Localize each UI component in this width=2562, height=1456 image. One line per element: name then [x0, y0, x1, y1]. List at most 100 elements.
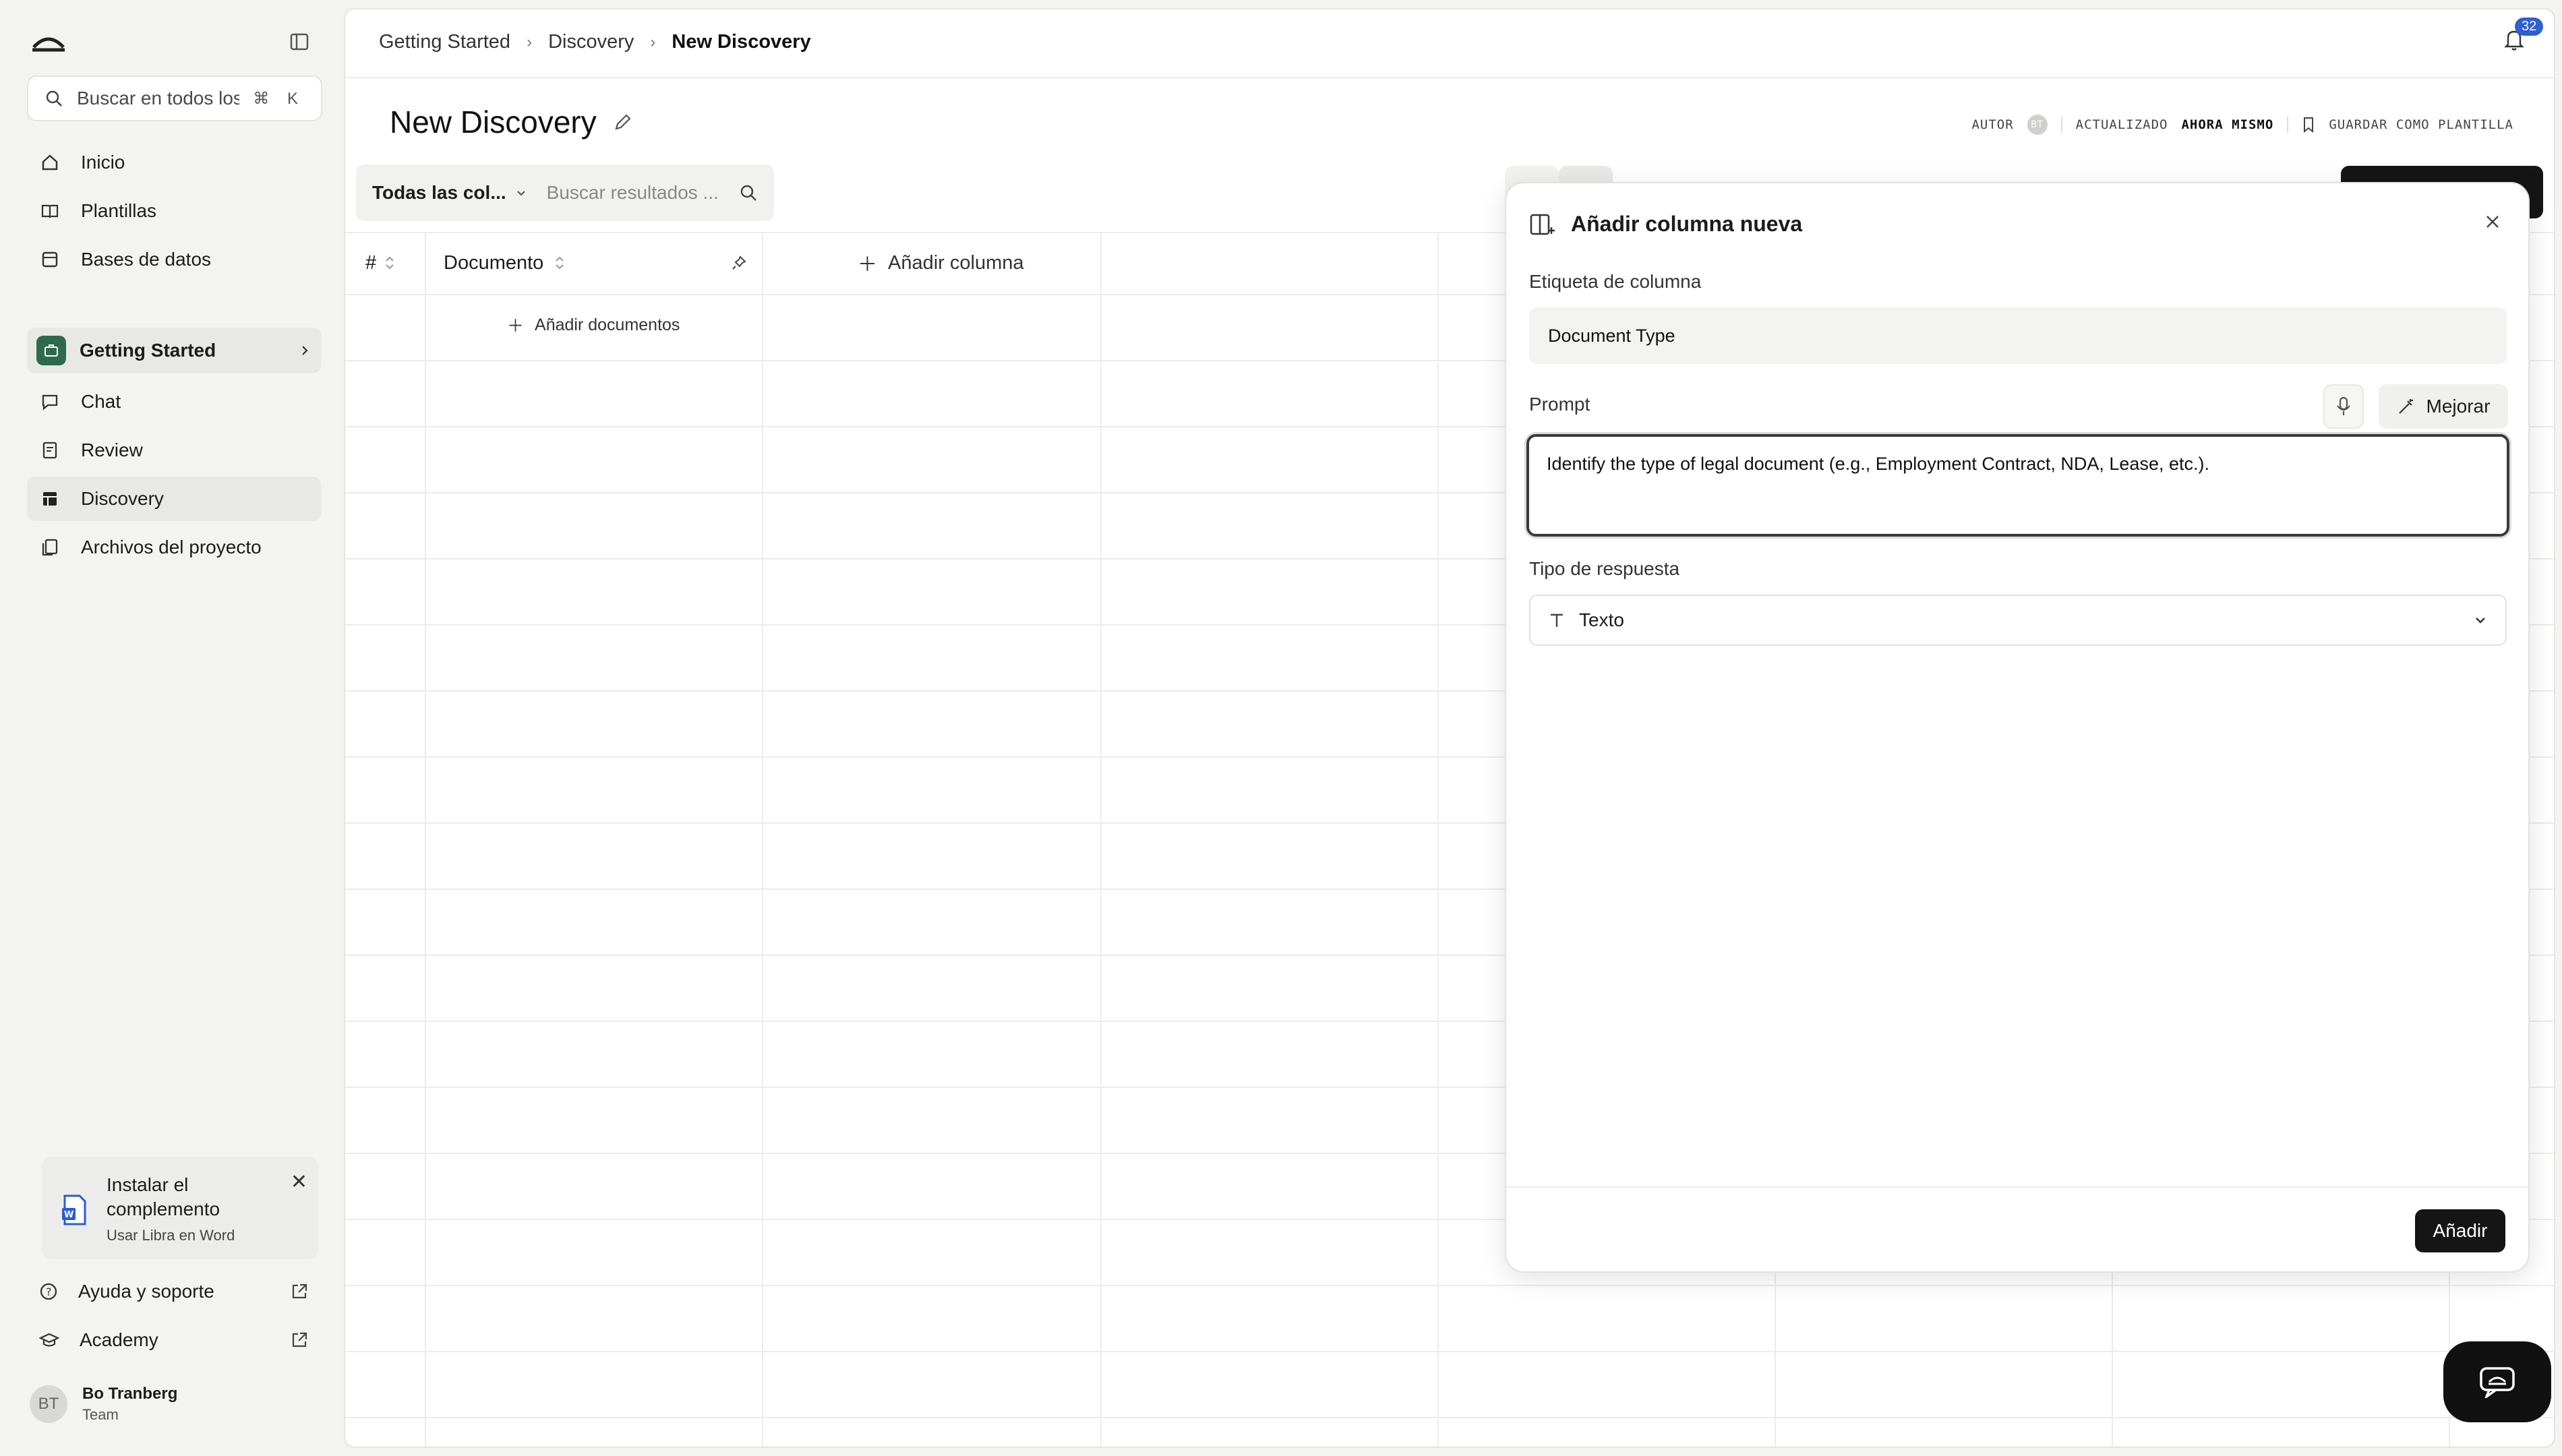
app-logo-icon[interactable] — [30, 27, 67, 54]
page-title: New Discovery — [390, 104, 633, 140]
plus-icon: ＋ — [507, 317, 525, 336]
column-divider — [1437, 232, 1439, 1447]
prompt-textarea[interactable]: Identify the type of legal document (e.g… — [1526, 434, 2509, 537]
results-search-input[interactable]: Buscar resultados ... — [547, 182, 719, 204]
chevron-down-icon — [2473, 613, 2488, 628]
breadcrumb: Getting Started › Discovery › New Discov… — [379, 31, 811, 53]
files-icon — [39, 537, 61, 558]
nav-label: Bases de datos — [81, 249, 212, 270]
book-icon — [39, 200, 61, 222]
microphone-button[interactable] — [2323, 384, 2364, 429]
svg-text:?: ? — [46, 1285, 52, 1298]
add-documents-label: Añadir documentos — [535, 315, 680, 334]
word-icon: W — [61, 1194, 88, 1225]
nav-item-inicio[interactable]: Inicio — [27, 140, 321, 185]
breadcrumb-item[interactable]: Discovery — [548, 31, 634, 53]
document-header-label: Documento — [444, 251, 544, 274]
add-column-button[interactable]: ＋ Añadir columna — [858, 232, 1024, 294]
improve-label: Mejorar — [2426, 396, 2491, 417]
nav-item-plantillas[interactable]: Plantillas — [27, 189, 321, 233]
nav-label: Discovery — [81, 488, 164, 509]
academy-link[interactable]: Academy — [27, 1320, 321, 1360]
column-filter-select[interactable]: Todas las col... — [372, 182, 527, 204]
dialog-title: Añadir columna nueva — [1571, 212, 1803, 236]
breadcrumb-item[interactable]: Getting Started — [379, 31, 510, 53]
add-column-dialog: Añadir columna nueva Etiqueta de columna… — [1505, 182, 2530, 1273]
user-team: Team — [82, 1406, 119, 1423]
add-column-icon — [1529, 212, 1556, 237]
search-placeholder: Buscar en todos los ... — [77, 88, 240, 109]
add-column-label: Añadir columna — [888, 251, 1024, 274]
nav-item-bases-de-datos[interactable]: Bases de datos — [27, 237, 321, 282]
sort-icon — [384, 255, 395, 271]
dialog-header: Añadir columna nueva — [1529, 212, 1802, 237]
microphone-icon — [2336, 396, 2351, 417]
user-profile[interactable]: BT Bo Tranberg Team — [30, 1385, 177, 1424]
text-type-icon — [1548, 611, 1566, 629]
add-documents-button[interactable]: ＋ Añadir documentos — [507, 313, 680, 337]
response-type-select[interactable]: Texto — [1529, 595, 2507, 646]
external-link-icon — [290, 1331, 309, 1349]
home-icon — [39, 152, 61, 173]
sidebar: Buscar en todos los ... ⌘ K Inicio Plant… — [0, 0, 337, 1456]
notifications-button[interactable]: 32 — [2504, 18, 2544, 51]
avatar: BT — [30, 1385, 67, 1423]
topbar: Getting Started › Discovery › New Discov… — [345, 9, 2554, 78]
global-search-input[interactable]: Buscar en todos los ... ⌘ K — [27, 75, 322, 121]
add-button[interactable]: Añadir — [2415, 1209, 2505, 1252]
column-label-input[interactable]: Document Type — [1529, 307, 2507, 364]
bookmark-icon — [2302, 117, 2315, 133]
chevron-down-icon — [516, 187, 527, 198]
plugin-card-title: Instalar el complemento — [107, 1174, 220, 1219]
external-link-icon — [290, 1282, 309, 1301]
pin-icon[interactable] — [731, 255, 747, 271]
table-icon — [39, 488, 61, 510]
edit-pencil-icon[interactable] — [613, 112, 633, 132]
nav-item-archivos[interactable]: Archivos del proyecto — [27, 525, 321, 570]
nav-item-discovery[interactable]: Discovery — [27, 477, 321, 521]
filter-bar: Todas las col... Buscar resultados ... — [356, 164, 774, 221]
chat-icon — [39, 391, 61, 413]
database-icon — [39, 249, 61, 270]
row-divider — [345, 1417, 2554, 1418]
author-label: AUTOR — [1971, 117, 2014, 132]
response-type-value: Texto — [1579, 609, 1624, 630]
help-icon: ? — [39, 1282, 58, 1301]
magic-wand-icon — [2397, 397, 2416, 416]
plus-icon: ＋ — [858, 254, 878, 276]
svg-text:W: W — [64, 1210, 73, 1220]
search-icon — [44, 89, 63, 108]
review-icon — [39, 439, 61, 461]
nav-label: Inicio — [81, 152, 125, 173]
document-column-header[interactable]: Documento — [444, 232, 747, 294]
chat-launcher-button[interactable] — [2443, 1341, 2551, 1422]
save-as-template-button[interactable]: GUARDAR COMO PLANTILLA — [2329, 117, 2513, 132]
close-icon[interactable] — [2484, 213, 2501, 231]
close-icon[interactable]: ✕ — [291, 1170, 307, 1194]
help-support-link[interactable]: ? Ayuda y soporte — [27, 1271, 321, 1312]
chat-bubble-icon — [2478, 1366, 2516, 1398]
updated-label: ACTUALIZADO — [2075, 117, 2168, 132]
chevron-right-icon — [298, 344, 311, 357]
chevron-right-icon: › — [650, 32, 656, 51]
project-label: Getting Started — [80, 340, 216, 361]
install-plugin-card[interactable]: W Instalar el complemento Usar Libra en … — [42, 1157, 318, 1259]
column-divider — [1100, 232, 1102, 1447]
row-divider — [345, 1351, 2554, 1352]
search-shortcut: ⌘ K — [253, 89, 305, 108]
page-meta: AUTOR BT ACTUALIZADO AHORA MISMO GUARDAR… — [1971, 115, 2513, 135]
collapse-sidebar-icon[interactable] — [286, 28, 313, 55]
user-name: Bo Tranberg — [82, 1385, 178, 1403]
search-icon[interactable] — [739, 183, 758, 202]
project-getting-started[interactable]: Getting Started — [27, 328, 321, 373]
help-label: Ayuda y soporte — [78, 1281, 214, 1302]
nav-label: Plantillas — [81, 200, 157, 221]
page-title-text[interactable]: New Discovery — [390, 104, 597, 140]
index-column-header[interactable]: # — [365, 232, 395, 294]
briefcase-icon — [36, 336, 66, 365]
nav-item-chat[interactable]: Chat — [27, 380, 321, 424]
nav-item-review[interactable]: Review — [27, 428, 321, 473]
author-avatar: BT — [2027, 115, 2048, 135]
prompt-label: Prompt — [1529, 394, 1590, 415]
improve-prompt-button[interactable]: Mejorar — [2379, 384, 2508, 429]
